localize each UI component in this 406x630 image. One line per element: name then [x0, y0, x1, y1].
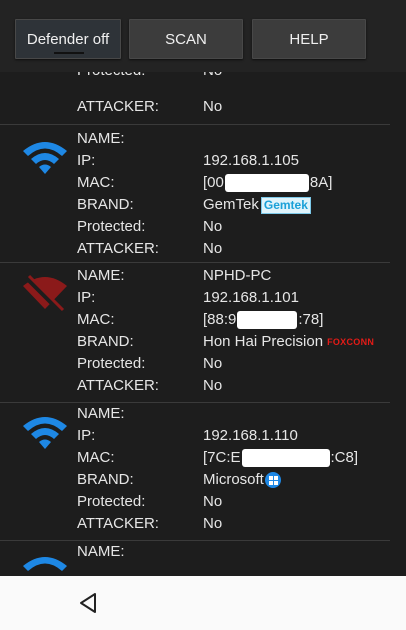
defender-toggle-indicator — [54, 52, 84, 54]
brand-name: GemTek — [203, 196, 259, 213]
brand-value: GemTek Gemtek — [203, 194, 311, 216]
name-label: NAME: — [77, 543, 125, 560]
card-divider — [0, 124, 390, 125]
name-value: NPHD-PC — [203, 267, 272, 284]
ip-label: IP: — [77, 289, 96, 306]
device-card[interactable]: NAME: IP: 192.168.1.110 MAC: [7C:E :C8] B… — [0, 402, 406, 540]
brand-name: Hon Hai Precision — [203, 333, 324, 350]
protected-label: Protected: — [77, 493, 146, 510]
mac-end: :78] — [298, 311, 324, 328]
brand-value: Microsoft — [203, 469, 281, 491]
protected-value: No — [203, 355, 223, 372]
gemtek-logo: Gemtek — [260, 196, 311, 214]
attacker-label: ATTACKER: — [77, 98, 159, 115]
ip-label: IP: — [77, 152, 96, 169]
device-card-partial-bottom[interactable]: NAME: — [0, 540, 406, 576]
mac-row: MAC: [88:9 :78] — [0, 309, 406, 331]
protected-row: Protected: No — [0, 72, 406, 82]
mac-label: MAC: — [77, 449, 115, 466]
protected-row: Protected: No — [0, 216, 406, 238]
mac-end: 8A] — [309, 174, 333, 191]
mac-row: MAC: [00 8A] — [0, 172, 406, 194]
attacker-row: ATTACKER: No — [0, 375, 406, 397]
attacker-row: ATTACKER: No — [0, 513, 406, 535]
mac-redaction — [224, 174, 309, 193]
back-triangle-icon[interactable] — [76, 591, 100, 615]
mac-start: [88:9 — [203, 311, 237, 328]
attacker-value: No — [203, 98, 223, 115]
windows-logo-icon — [264, 472, 281, 489]
protected-value: No — [203, 218, 223, 235]
name-row: NAME: NPHD-PC — [0, 265, 406, 287]
brand-row: BRAND: Hon Hai Precision FOXCONN — [0, 331, 406, 353]
protected-row: Protected: No — [0, 353, 406, 375]
defender-toggle-label: Defender off — [26, 30, 110, 48]
mac-row: MAC: [7C:E :C8] — [0, 447, 406, 469]
brand-row: BRAND: GemTek Gemtek — [0, 194, 406, 216]
device-list[interactable]: Protected: No ATTACKER: No NAME: IP: 192… — [0, 72, 406, 576]
protected-label: Protected: — [77, 218, 146, 235]
card-divider — [0, 262, 390, 263]
scan-button-label: SCAN — [165, 30, 207, 48]
name-label: NAME: — [77, 267, 125, 284]
device-card[interactable]: NAME: NPHD-PC IP: 192.168.1.101 MAC: [88… — [0, 262, 406, 400]
mac-end: :C8] — [330, 449, 359, 466]
attacker-label: ATTACKER: — [77, 377, 159, 394]
mac-value: [00 8A] — [203, 172, 332, 194]
attacker-value: No — [203, 515, 223, 532]
attacker-row: ATTACKER: No — [0, 238, 406, 260]
ip-row: IP: 192.168.1.105 — [0, 150, 406, 172]
mac-redaction — [241, 449, 330, 468]
brand-row: BRAND: Microsoft — [0, 469, 406, 491]
attacker-row: ATTACKER: No — [0, 96, 406, 118]
protected-value: No — [203, 493, 223, 510]
protected-value: No — [203, 72, 222, 82]
ip-row: IP: 192.168.1.110 — [0, 425, 406, 447]
scan-button[interactable]: SCAN — [129, 19, 243, 59]
top-toolbar: Defender off SCAN HELP — [0, 0, 406, 72]
mac-start: [7C:E — [203, 449, 241, 466]
brand-label: BRAND: — [77, 471, 134, 488]
brand-label: BRAND: — [77, 196, 134, 213]
mac-value: [7C:E :C8] — [203, 447, 358, 469]
mac-start: [00 — [203, 174, 224, 191]
system-navigation-bar — [0, 576, 406, 630]
brand-value: Hon Hai Precision FOXCONN — [203, 331, 374, 353]
protected-row: Protected: No — [0, 491, 406, 513]
mac-label: MAC: — [77, 174, 115, 191]
ip-value: 192.168.1.110 — [203, 427, 298, 444]
attacker-value: No — [203, 240, 223, 257]
brand-label: BRAND: — [77, 333, 134, 350]
name-label: NAME: — [77, 405, 125, 422]
brand-name: Microsoft — [203, 471, 264, 488]
attacker-label: ATTACKER: — [77, 515, 159, 532]
help-button[interactable]: HELP — [252, 19, 366, 59]
ip-value: 192.168.1.101 — [203, 289, 299, 306]
ip-label: IP: — [77, 427, 96, 444]
mac-label: MAC: — [77, 311, 115, 328]
attacker-value: No — [203, 377, 223, 394]
attacker-label: ATTACKER: — [77, 240, 159, 257]
name-row: NAME: — [0, 541, 406, 563]
defender-toggle-button[interactable]: Defender off — [15, 19, 121, 59]
device-card[interactable]: NAME: IP: 192.168.1.105 MAC: [00 8A] BRAN… — [0, 124, 406, 264]
ip-value: 192.168.1.105 — [203, 152, 299, 169]
mac-value: [88:9 :78] — [203, 309, 323, 331]
name-row: NAME: — [0, 403, 406, 425]
protected-label: Protected: — [77, 355, 146, 372]
ip-row: IP: 192.168.1.101 — [0, 287, 406, 309]
foxconn-logo: FOXCONN — [327, 337, 375, 348]
mac-redaction — [237, 311, 298, 330]
protected-label: Protected: — [77, 72, 145, 82]
help-button-label: HELP — [289, 30, 329, 48]
name-row: NAME: — [0, 128, 406, 150]
name-label: NAME: — [77, 130, 125, 147]
